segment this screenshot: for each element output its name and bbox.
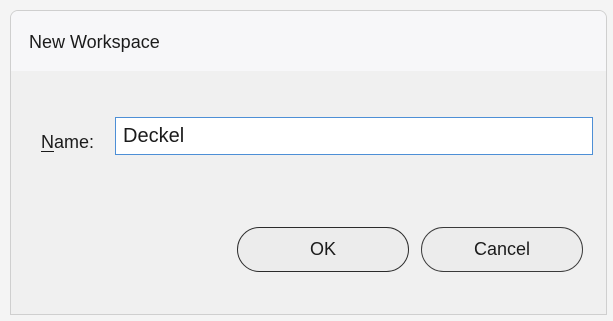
cancel-button[interactable]: Cancel — [421, 227, 583, 272]
ok-button[interactable]: OK — [237, 227, 409, 272]
name-label: Name: — [41, 132, 94, 153]
name-label-text: ame: — [54, 132, 95, 152]
new-workspace-dialog: New Workspace Name: OK Cancel — [10, 10, 607, 315]
dialog-title: New Workspace — [29, 32, 160, 52]
workspace-name-input[interactable] — [115, 117, 593, 155]
dialog-title-bar[interactable]: New Workspace — [11, 11, 606, 71]
name-label-mnemonic: N — [41, 132, 54, 152]
